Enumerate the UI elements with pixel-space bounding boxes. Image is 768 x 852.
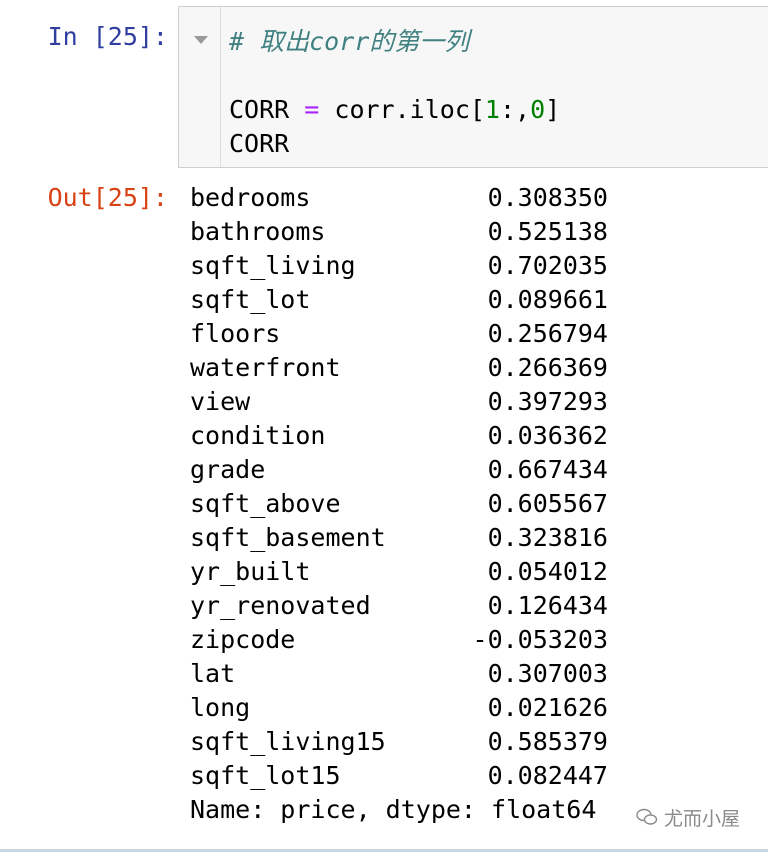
series-value: 0.307003 [487, 659, 608, 688]
series-value: 0.089661 [487, 285, 608, 314]
series-value: 0.082447 [487, 761, 608, 790]
list-item: waterfront 0.266369 [190, 351, 660, 385]
watermark: 尤而小屋 [631, 804, 744, 830]
list-item: lat 0.307003 [190, 657, 660, 691]
output-area: bedrooms 0.308350 bathrooms 0.525138 sqft_li… [190, 181, 660, 827]
series-value: 0.036362 [487, 421, 608, 450]
code-input-cell[interactable]: # 取出corr的第一列 CORR = corr.iloc[1:,0] CORR [178, 6, 768, 168]
series-value: 0.021626 [487, 693, 608, 722]
list-item: long 0.021626 [190, 691, 660, 725]
list-item: bedrooms 0.308350 [190, 181, 660, 215]
list-item: view 0.397293 [190, 385, 660, 419]
list-item: sqft_lot 0.089661 [190, 283, 660, 317]
series-value: 0.585379 [487, 727, 608, 756]
list-item: condition 0.036362 [190, 419, 660, 453]
code-operator: = [304, 95, 320, 124]
watermark-text: 尤而小屋 [663, 807, 740, 830]
list-item: sqft_living 0.702035 [190, 249, 660, 283]
series-list: bedrooms 0.308350 bathrooms 0.525138 sqft_li… [190, 181, 660, 793]
series-value: 0.266369 [487, 353, 608, 382]
list-item: zipcode -0.053203 [190, 623, 660, 657]
series-value: 0.667434 [487, 455, 608, 484]
code-var: CORR [229, 95, 290, 124]
code-slice: :, [499, 95, 531, 124]
list-item: sqft_basement 0.323816 [190, 521, 660, 555]
list-item: yr_renovated 0.126434 [190, 589, 660, 623]
series-value: 0.256794 [487, 319, 608, 348]
series-value: 0.126434 [487, 591, 608, 620]
series-value: 0.054012 [487, 557, 608, 586]
code-number: 0 [530, 95, 546, 124]
series-value: 0.397293 [487, 387, 608, 416]
series-value: 0.308350 [487, 183, 608, 212]
list-item: sqft_lot15 0.082447 [190, 759, 660, 793]
wechat-icon [636, 808, 658, 825]
series-value: 0.525138 [487, 217, 608, 246]
code-line-assignment: CORR = corr.iloc[1:,0] [229, 93, 560, 127]
fold-arrow-icon[interactable] [194, 36, 208, 44]
code-line-output: CORR [229, 129, 290, 158]
series-value: 0.605567 [487, 489, 608, 518]
series-value: -0.053203 [472, 625, 608, 654]
code-number: 1 [484, 95, 500, 124]
series-value: 0.323816 [487, 523, 608, 552]
list-item: bathrooms 0.525138 [190, 215, 660, 249]
series-value: 0.702035 [487, 251, 608, 280]
output-prompt: Out[25]: [47, 183, 168, 212]
list-item: yr_built 0.054012 [190, 555, 660, 589]
code-gutter [179, 7, 221, 167]
list-item: sqft_above 0.605567 [190, 487, 660, 521]
code-expr: corr.iloc[ [334, 95, 485, 124]
series-footer: Name: price, dtype: float64 [190, 795, 597, 824]
list-item: floors 0.256794 [190, 317, 660, 351]
list-item: sqft_living15 0.585379 [190, 725, 660, 759]
input-prompt: In [25]: [47, 22, 168, 51]
list-item: grade 0.667434 [190, 453, 660, 487]
code-comment: # 取出corr的第一列 [229, 27, 470, 56]
code-bracket: ] [545, 95, 561, 124]
